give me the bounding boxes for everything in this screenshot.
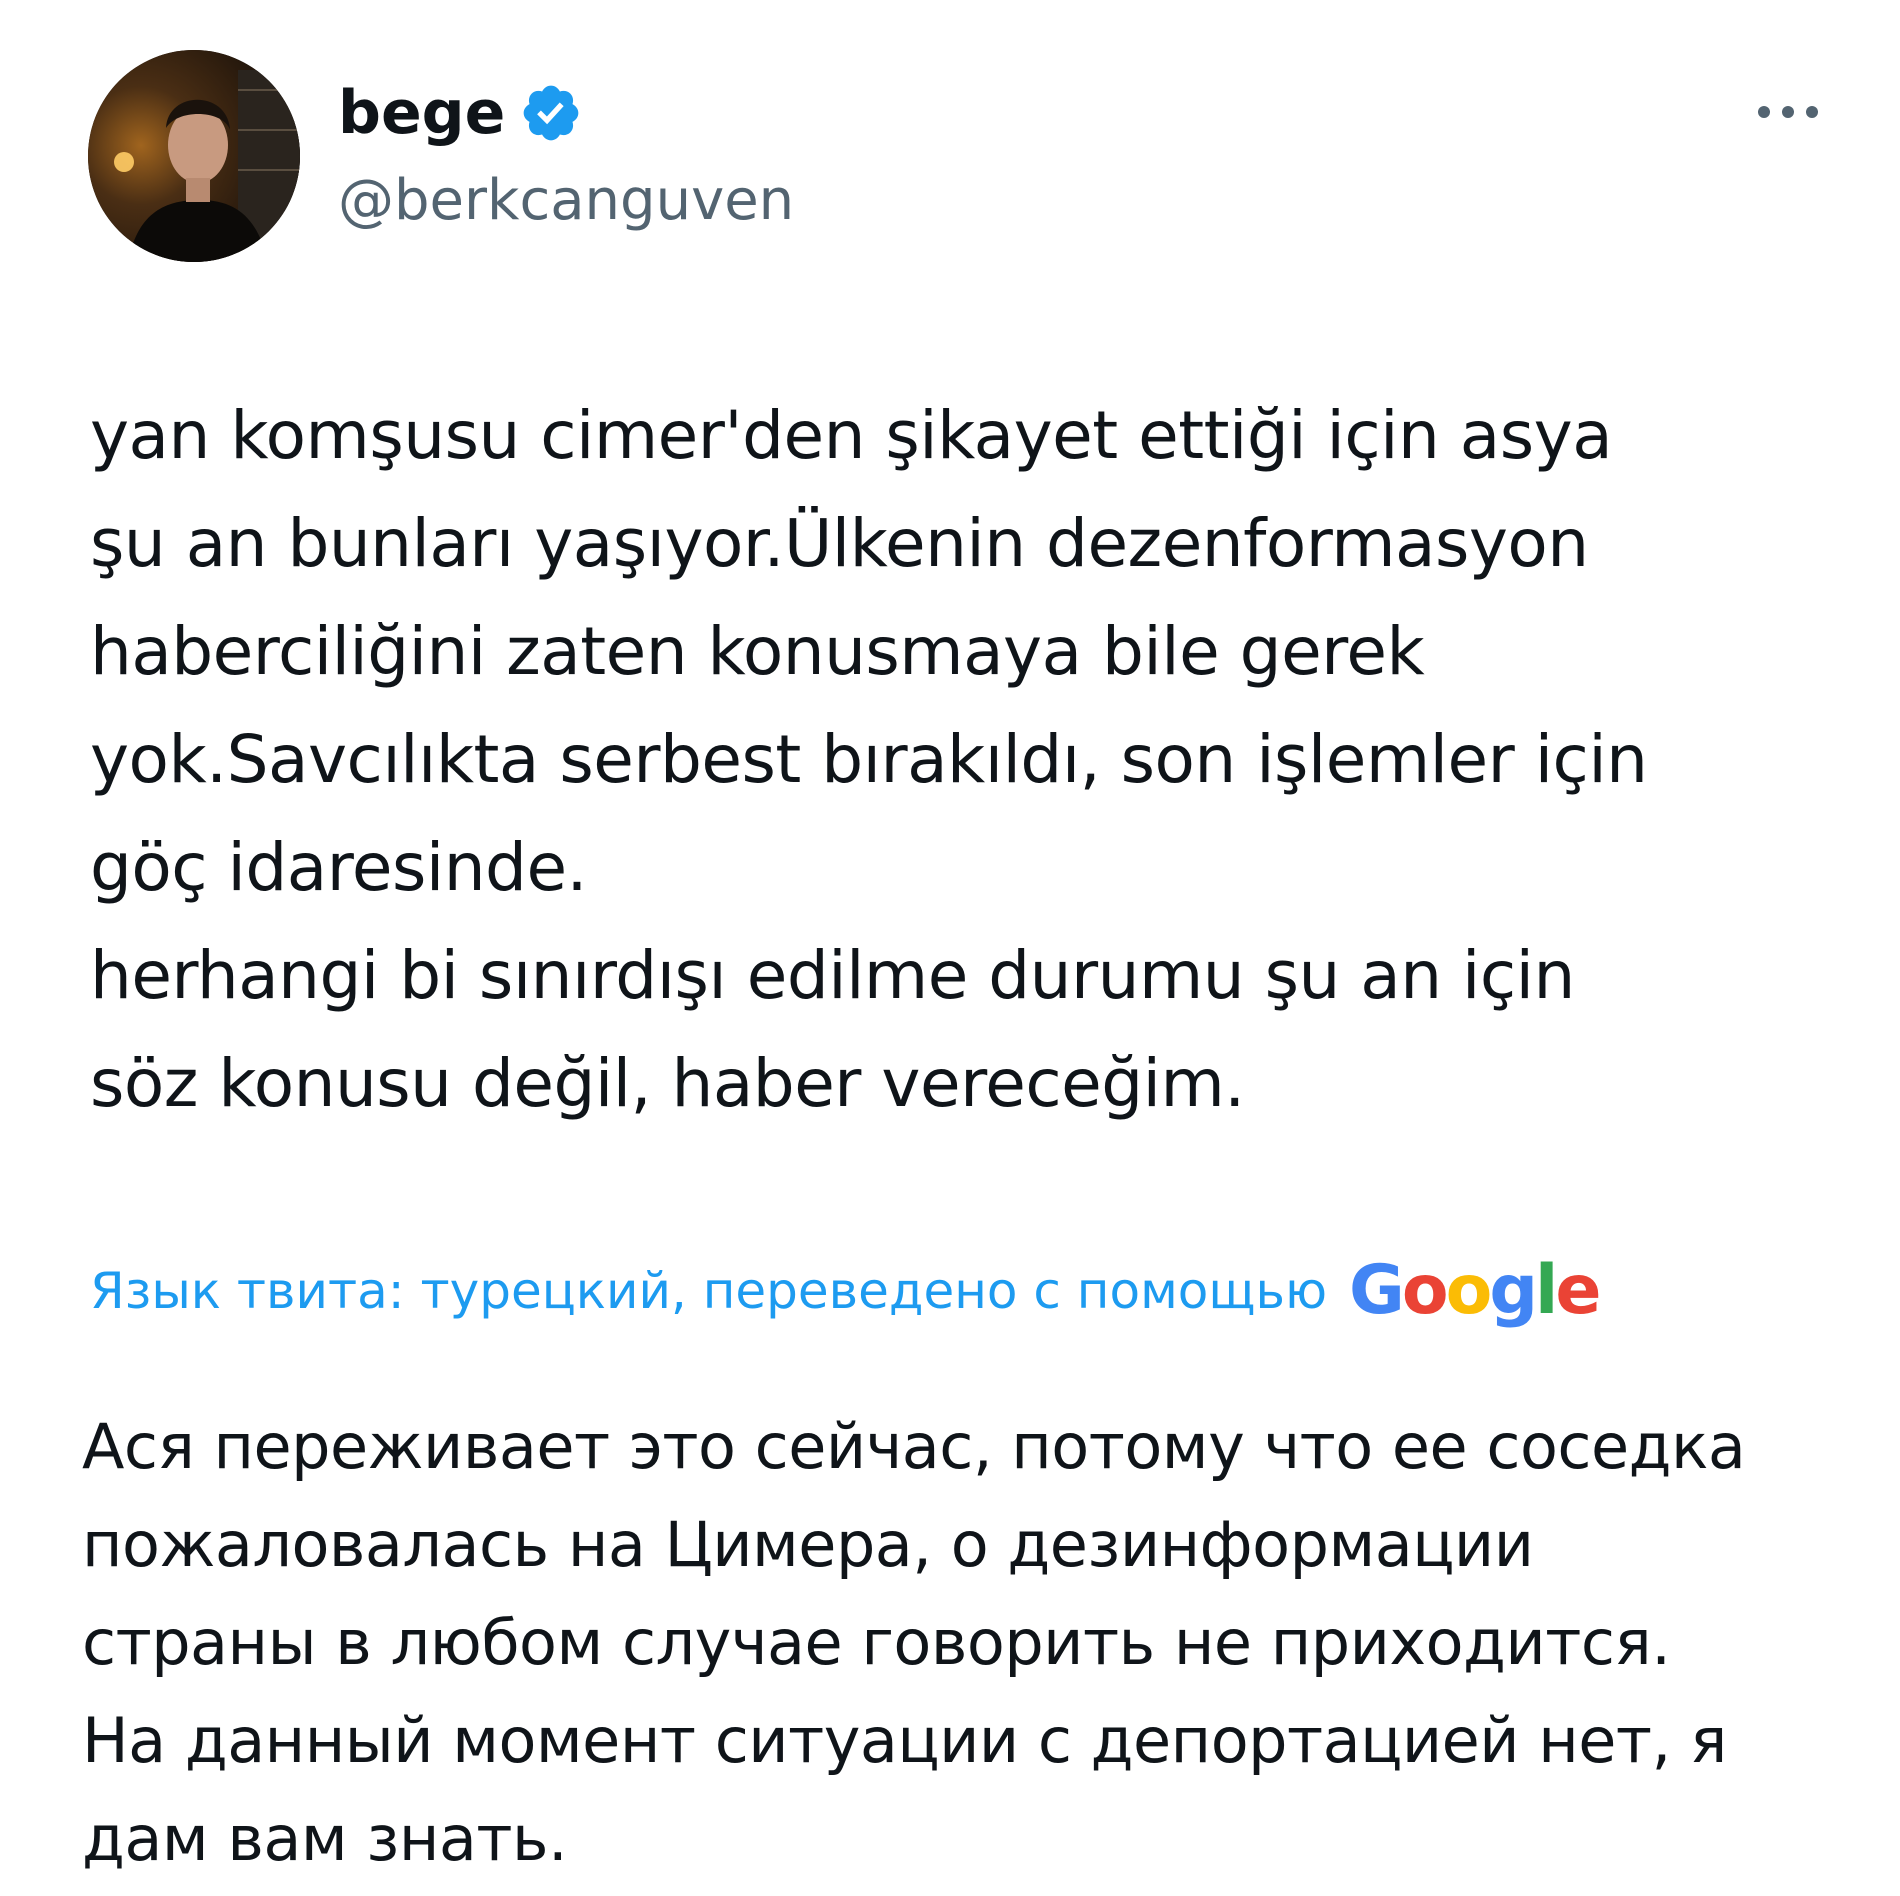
ellipsis-horizontal-icon[interactable] xyxy=(1752,92,1824,132)
google-logo-letter: l xyxy=(1535,1251,1558,1330)
display-name[interactable]: bege xyxy=(338,78,505,148)
author-name-row: bege xyxy=(338,78,583,148)
google-logo-letter: G xyxy=(1349,1251,1405,1330)
google-logo-letter: e xyxy=(1555,1251,1601,1330)
google-logo-letter: o xyxy=(1401,1251,1449,1330)
google-logo: Google xyxy=(1349,1256,1601,1326)
translation-attribution: Язык твита: турецкий, переведено с помощ… xyxy=(90,1256,1601,1326)
tweet-text: yan komşusu cimer'den şikayet ettiği içi… xyxy=(90,397,1648,1122)
profile-photo-icon xyxy=(88,50,300,262)
translation-label-link[interactable]: Язык твита: турецкий, переведено с помощ… xyxy=(90,1256,1327,1326)
google-logo-letter: o xyxy=(1445,1251,1493,1330)
google-logo-letter: g xyxy=(1489,1251,1538,1330)
avatar[interactable] xyxy=(88,50,300,262)
verified-badge-icon xyxy=(523,85,579,141)
translated-text: Ася переживает это сейчас, потому что ее… xyxy=(82,1410,1746,1875)
user-handle[interactable]: @berkcanguven xyxy=(338,168,794,234)
